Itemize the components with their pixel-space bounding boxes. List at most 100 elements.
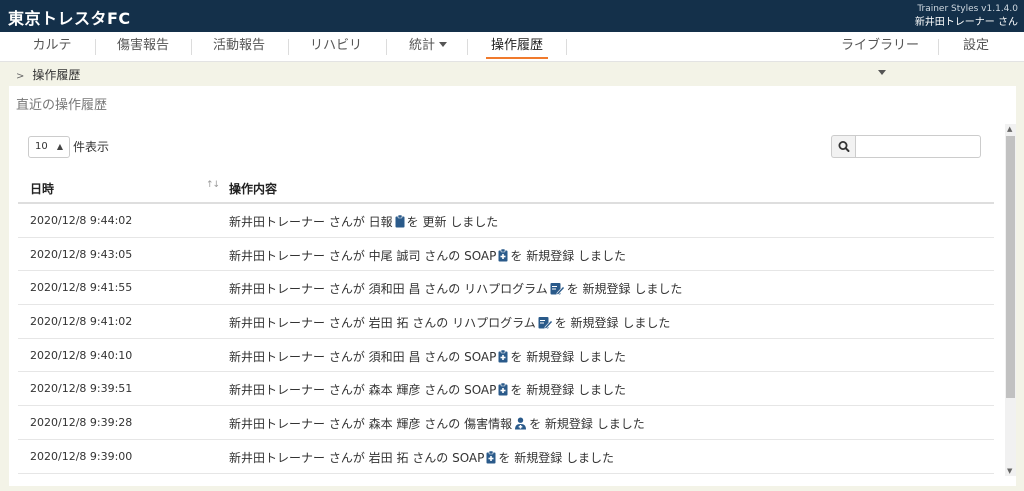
table-row: 2020/12/8 9:39:51 新井田トレーナー さんが 森本 輝彦 さんの … (18, 372, 994, 407)
row-datetime: 2020/12/8 9:41:55 (30, 281, 133, 295)
nav-divider (938, 39, 939, 55)
row-operation: 新井田トレーナー さんが 森本 輝彦 さんの 傷害情報 を 新規登録 しました (229, 415, 645, 433)
nav-item-label: ライブラリー (840, 38, 919, 53)
column-header-datetime[interactable]: 日時 (30, 180, 54, 197)
row-datetime: 2020/12/8 9:41:02 (30, 315, 133, 329)
main-nav: カルテ 傷害報告 活動報告 リハビリ 統計 操作履歴 ライブラリー 設定 (0, 32, 1024, 75)
page-length-label: 件表示 (73, 140, 110, 154)
row-operation-suffix: を 新規登録 しました (529, 417, 645, 432)
row-operation-text: 新井田トレーナー さんが 森本 輝彦 さんの SOAP (229, 383, 497, 398)
row-operation: 新井田トレーナー さんが 中尾 誠司 さんの SOAP を 新規登録 しました (229, 247, 626, 265)
chevron-right-icon: > (16, 71, 25, 82)
caret-down-icon (439, 42, 447, 47)
app-version: Trainer Styles v1.1.4.0 (917, 4, 1018, 14)
nav-item-label: 操作履歴 (490, 38, 543, 53)
nav-item-label: 傷害報告 (116, 38, 169, 53)
table-row: 2020/12/8 9:41:02 新井田トレーナー さんが 岩田 拓 さんの リ… (18, 305, 994, 339)
row-operation-text: 新井田トレーナー さんが 須和田 昌 さんの SOAP (229, 349, 497, 364)
nav-item-activity-report[interactable]: 活動報告 (210, 32, 268, 62)
scrollbar-thumb[interactable] (1006, 136, 1015, 398)
table-body: 2020/12/8 9:44:02 新井田トレーナー さんが 日報を 更新 しまし… (18, 204, 994, 474)
nav-item-injury-report[interactable]: 傷害報告 (114, 32, 172, 62)
row-operation-text: 新井田トレーナー さんが 岩田 拓 さんの リハプログラム (229, 316, 536, 331)
caret-down-icon (878, 70, 886, 75)
updown-icon: ▲ (56, 142, 63, 151)
history-panel: 直近の操作履歴 10 ▲ 件表示 日時 ↑↓ 操作内容 2020/12/8 9:… (9, 86, 1016, 486)
scrollbar[interactable]: ▲ ▼ (1005, 124, 1016, 476)
table-row: 2020/12/8 9:43:05 新井田トレーナー さんが 中尾 誠司 さんの … (18, 238, 994, 272)
row-operation-suffix: を 新規登録 しました (510, 248, 627, 263)
scroll-up-icon[interactable]: ▲ (1007, 125, 1012, 133)
page-length-select[interactable]: 10 ▲ (28, 136, 70, 158)
brand-title[interactable]: 東京トレスタFC (8, 5, 131, 29)
row-operation-suffix: を 新規登録 しました (510, 383, 627, 398)
breadcrumb-current: 操作履歴 (32, 68, 81, 82)
row-operation-suffix: を 新規登録 しました (510, 349, 627, 364)
table-search (831, 135, 981, 158)
nav-item-statistics[interactable]: 統計 (404, 32, 452, 62)
row-operation-text: 新井田トレーナー さんが 日報 (229, 215, 393, 229)
nav-item-label: 設定 (962, 38, 989, 53)
nav-divider (386, 39, 387, 55)
nav-item-label: カルテ (32, 38, 72, 53)
breadcrumb: > 操作履歴 (16, 66, 80, 83)
nav-item-operation-history[interactable]: 操作履歴 (486, 32, 548, 62)
row-datetime: 2020/12/8 9:39:28 (30, 416, 133, 430)
row-datetime: 2020/12/8 9:43:05 (30, 247, 133, 261)
scroll-down-icon[interactable]: ▼ (1007, 467, 1012, 475)
row-datetime: 2020/12/8 9:44:02 (30, 214, 133, 227)
table-row: 2020/12/8 9:39:28 新井田トレーナー さんが 森本 輝彦 さんの … (18, 406, 994, 440)
header-user-info: Trainer Styles v1.1.4.0 新井田トレーナー さん (915, 3, 1018, 29)
page-length-value: 10 (35, 141, 48, 152)
nav-item-label: 活動報告 (212, 38, 265, 53)
edit-document-icon (538, 316, 553, 332)
row-operation-suffix: を 新規登録 しました (498, 450, 615, 465)
panel-title: 直近の操作履歴 (16, 98, 108, 113)
row-operation-text: 新井田トレーナー さんが 中尾 誠司 さんの SOAP (229, 248, 497, 263)
active-tab-underline (486, 57, 548, 59)
row-datetime: 2020/12/8 9:40:10 (30, 348, 133, 362)
row-datetime: 2020/12/8 9:39:00 (30, 449, 133, 463)
search-button[interactable] (831, 135, 855, 158)
row-operation-suffix: を 更新 しました (406, 215, 499, 229)
row-operation-suffix: を 新規登録 しました (554, 316, 671, 331)
sort-icon[interactable]: ↑↓ (206, 180, 220, 190)
row-operation-text: 新井田トレーナー さんが 森本 輝彦 さんの 傷害情報 (229, 417, 513, 432)
row-operation: 新井田トレーナー さんが 須和田 昌 さんの SOAP を 新規登録 しました (229, 348, 626, 366)
row-operation: 新井田トレーナー さんが 岩田 拓 さんの リハプログラム を 新規登録 しました (229, 314, 670, 332)
nav-divider (95, 39, 96, 55)
medical-clipboard-icon (486, 450, 496, 467)
row-operation: 新井田トレーナー さんが 日報を 更新 しました (229, 213, 498, 231)
row-operation-text: 新井田トレーナー さんが 岩田 拓 さんの SOAP (229, 450, 485, 465)
user-name[interactable]: 新井田トレーナー さん (915, 16, 1018, 29)
table-row: 2020/12/8 9:39:00 新井田トレーナー さんが 岩田 拓 さんの S… (18, 440, 994, 474)
row-operation: 新井田トレーナー さんが 森本 輝彦 さんの SOAP を 新規登録 しました (229, 381, 626, 399)
medical-clipboard-icon (498, 383, 508, 399)
search-icon (838, 141, 850, 152)
table-row: 2020/12/8 9:41:55 新井田トレーナー さんが 須和田 昌 さんの … (18, 271, 994, 306)
row-operation: 新井田トレーナー さんが 須和田 昌 さんの リハプログラム を 新規登録 しまし… (229, 280, 682, 298)
nav-divider (566, 39, 567, 55)
nav-item-label: リハビリ (309, 38, 362, 53)
table-row: 2020/12/8 9:40:10 新井田トレーナー さんが 須和田 昌 さんの … (18, 339, 994, 373)
nav-divider (288, 39, 289, 55)
nav-divider (467, 39, 468, 55)
nav-item-settings[interactable]: 設定 (954, 32, 998, 62)
nav-item-karte[interactable]: カルテ (28, 32, 76, 62)
nav-item-label: 統計 (408, 38, 435, 53)
table-header: 日時 ↑↓ 操作内容 (18, 170, 994, 204)
table-row: 2020/12/8 9:44:02 新井田トレーナー さんが 日報を 更新 しまし… (18, 204, 994, 238)
injured-user-icon (514, 417, 527, 433)
medical-clipboard-icon (498, 248, 508, 265)
medical-clipboard-icon (498, 349, 508, 366)
clipboard-icon (395, 214, 405, 231)
nav-item-rehab[interactable]: リハビリ (307, 32, 365, 62)
search-input[interactable] (855, 135, 981, 158)
row-datetime: 2020/12/8 9:39:51 (30, 382, 133, 396)
column-header-operation: 操作内容 (229, 182, 278, 196)
app-header: 東京トレスタFC Trainer Styles v1.1.4.0 新井田トレーナ… (0, 0, 1024, 32)
nav-item-library[interactable]: ライブラリー (840, 32, 920, 75)
row-operation-text: 新井田トレーナー さんが 須和田 昌 さんの リハプログラム (229, 282, 548, 297)
edit-document-icon (550, 282, 565, 298)
row-operation: 新井田トレーナー さんが 岩田 拓 さんの SOAP を 新規登録 しました (229, 449, 614, 467)
